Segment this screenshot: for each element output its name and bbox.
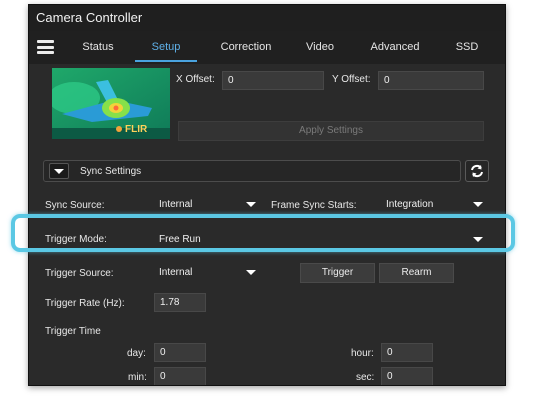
chevron-down-icon: [473, 202, 483, 207]
refresh-button[interactable]: [465, 160, 489, 182]
y-offset-label: Y Offset:: [332, 74, 371, 85]
apply-settings-button[interactable]: Apply Settings: [178, 121, 484, 141]
frame-sync-select[interactable]: Integration: [381, 195, 491, 214]
min-label: min:: [128, 372, 147, 383]
hour-label: hour:: [351, 348, 374, 359]
tab-video[interactable]: Video: [295, 31, 345, 64]
tab-ssd[interactable]: SSD: [449, 31, 485, 64]
day-label: day:: [127, 348, 146, 359]
chevron-down-icon: [246, 202, 256, 207]
day-input[interactable]: 0: [154, 343, 206, 362]
camera-controller-window: Camera Controller Status Setup Correctio…: [28, 4, 506, 386]
collapse-toggle[interactable]: [49, 163, 69, 179]
trigger-source-select[interactable]: Internal: [154, 263, 264, 282]
sync-settings-header[interactable]: Sync Settings: [43, 160, 461, 182]
frame-sync-value: Integration: [386, 199, 434, 210]
tab-advanced[interactable]: Advanced: [363, 31, 427, 64]
sync-source-value: Internal: [159, 199, 193, 210]
caret-down-icon: [54, 169, 64, 174]
trigger-button[interactable]: Trigger: [300, 263, 375, 283]
rearm-button[interactable]: Rearm: [379, 263, 454, 283]
hour-input[interactable]: 0: [381, 343, 433, 362]
frame-sync-label: Frame Sync Starts:: [271, 200, 357, 211]
trigger-rate-input[interactable]: 1.78: [154, 293, 206, 312]
chevron-down-icon: [246, 270, 256, 275]
trigger-rate-label: Trigger Rate (Hz):: [45, 298, 125, 309]
x-offset-label: X Offset:: [176, 74, 215, 85]
tab-status[interactable]: Status: [75, 31, 121, 64]
trigger-source-label: Trigger Source:: [45, 268, 114, 279]
tab-setup[interactable]: Setup: [135, 31, 197, 64]
hamburger-icon[interactable]: [37, 40, 54, 54]
menu-bar: Status Setup Correction Video Advanced S…: [29, 31, 505, 64]
sync-source-select[interactable]: Internal: [154, 195, 264, 214]
sec-label: sec:: [356, 372, 375, 383]
sync-source-label: Sync Source:: [45, 200, 105, 211]
trigger-time-label: Trigger Time: [45, 326, 101, 337]
tab-correction[interactable]: Correction: [215, 31, 277, 64]
window-title: Camera Controller: [29, 5, 505, 31]
thermal-preview-image: FLIR: [52, 68, 170, 139]
sync-settings-label: Sync Settings: [80, 166, 142, 177]
flir-logo: FLIR: [125, 124, 148, 135]
x-offset-input[interactable]: 0: [222, 71, 324, 90]
y-offset-input[interactable]: 0: [378, 71, 484, 90]
refresh-icon: [471, 164, 483, 178]
sec-input[interactable]: 0: [381, 367, 433, 385]
trigger-mode-highlight: [11, 214, 515, 252]
trigger-source-value: Internal: [159, 267, 193, 278]
min-input[interactable]: 0: [154, 367, 206, 385]
